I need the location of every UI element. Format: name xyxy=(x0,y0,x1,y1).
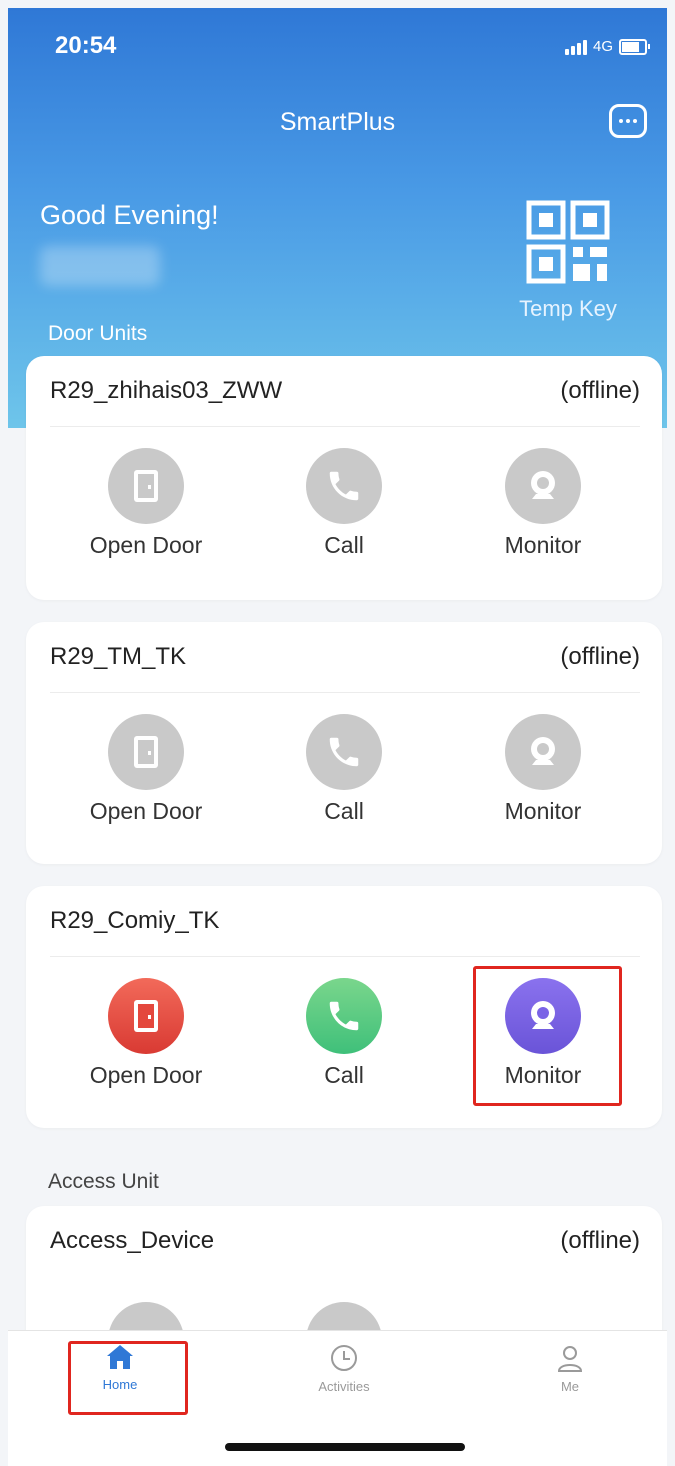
clock-icon xyxy=(331,1345,357,1371)
access-unit-status: (offline) xyxy=(560,1227,640,1254)
monitor-highlight-box xyxy=(473,966,622,1106)
call-label: Call xyxy=(324,1062,364,1088)
monitor-button[interactable]: Monitor xyxy=(463,448,623,559)
home-indicator xyxy=(225,1443,465,1451)
temp-key-label[interactable]: Temp Key xyxy=(488,296,648,322)
greeting-text: Good Evening! xyxy=(40,200,219,230)
camera-icon xyxy=(505,714,581,790)
open-door-button[interactable]: Open Door xyxy=(66,448,226,559)
door-unit-name: R29_zhihais03_ZWW xyxy=(50,377,283,404)
home-highlight-box xyxy=(68,1341,188,1415)
open-door-label: Open Door xyxy=(89,798,203,824)
phone-icon xyxy=(306,448,382,524)
door-unit-name: R29_Comiy_TK xyxy=(50,907,220,934)
door-icon xyxy=(108,714,184,790)
message-icon[interactable] xyxy=(609,104,647,138)
open-door-button[interactable]: Open Door xyxy=(66,978,226,1089)
phone-icon xyxy=(306,714,382,790)
tab-activities[interactable]: Activities xyxy=(284,1343,404,1394)
call-label: Call xyxy=(324,798,364,824)
monitor-label: Monitor xyxy=(504,798,582,824)
access-unit-label: Access Unit xyxy=(48,1170,159,1193)
door-icon xyxy=(108,978,184,1054)
signal-icon xyxy=(564,39,587,55)
access-unit-header: Access_Device (offline) xyxy=(50,1206,640,1276)
monitor-label: Monitor xyxy=(504,532,582,558)
monitor-button[interactable]: Monitor xyxy=(463,714,623,825)
tab-activities-label: Activities xyxy=(318,1379,370,1394)
qr-code-icon[interactable] xyxy=(526,200,610,284)
door-unit-name: R29_TM_TK xyxy=(50,643,187,670)
camera-icon xyxy=(505,448,581,524)
status-time: 20:54 xyxy=(55,32,117,59)
door-unit-header: R29_zhihais03_ZWW (offline) xyxy=(50,356,640,427)
call-button[interactable]: Call xyxy=(264,978,424,1089)
door-unit-header: R29_TM_TK (offline) xyxy=(50,622,640,693)
access-unit-name: Access_Device xyxy=(50,1227,215,1254)
open-door-button[interactable]: Open Door xyxy=(66,714,226,825)
phone-icon xyxy=(306,978,382,1054)
open-door-label: Open Door xyxy=(89,532,203,558)
tab-me-label: Me xyxy=(560,1379,580,1394)
call-label: Call xyxy=(324,532,364,558)
call-button[interactable]: Call xyxy=(264,448,424,559)
tab-me[interactable]: Me xyxy=(510,1343,630,1394)
door-unit-status: (offline) xyxy=(560,643,640,670)
blurred-user-name xyxy=(40,246,160,286)
door-unit-card: R29_TM_TK (offline) Open Door Call Monit… xyxy=(26,622,662,864)
user-icon xyxy=(557,1346,583,1372)
network-type: 4G xyxy=(592,38,613,55)
call-button[interactable]: Call xyxy=(264,714,424,825)
status-indicators: 4G xyxy=(564,38,650,55)
door-icon xyxy=(108,448,184,524)
door-unit-status: (offline) xyxy=(560,377,640,404)
door-unit-header: R29_Comiy_TK xyxy=(50,886,640,957)
door-units-label: Door Units xyxy=(48,322,148,345)
battery-icon xyxy=(619,38,650,55)
app-title: SmartPlus xyxy=(279,108,396,136)
door-unit-card: R29_zhihais03_ZWW (offline) Open Door Ca… xyxy=(26,356,662,600)
open-door-label: Open Door xyxy=(89,1062,203,1088)
